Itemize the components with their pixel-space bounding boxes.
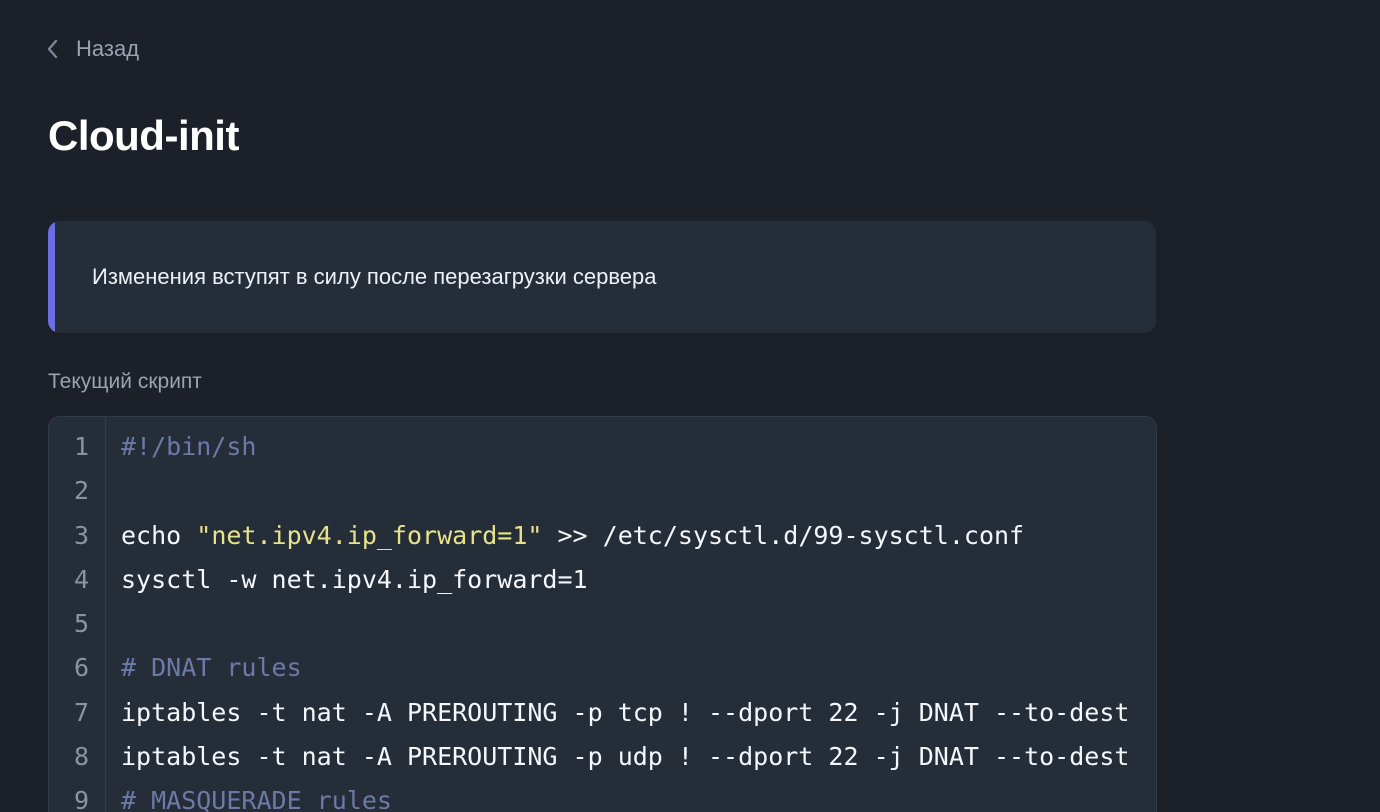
line-code: iptables -t nat -A PREROUTING -p tcp ! -… [121, 691, 1129, 735]
line-number: 8 [73, 742, 89, 772]
current-script-label: Текущий скрипт [48, 370, 202, 393]
code-line[interactable]: 6 # DNAT rules [49, 646, 1156, 690]
back-link-label: Назад [76, 36, 140, 61]
code-line[interactable]: 3 echo "net.ipv4.ip_forward=1" >> /etc/sy… [49, 514, 1156, 558]
code-text: iptables -t nat -A PREROUTING -p tcp ! -… [121, 697, 1130, 727]
cloud-init-page: Назад Cloud-init Изменения вступят в сил… [0, 0, 1380, 812]
code-text: iptables -t nat -A PREROUTING -p udp ! -… [121, 742, 1130, 772]
line-number: 5 [73, 609, 89, 639]
script-editor[interactable]: 1 #!/bin/sh 2 3 echo "net.ipv4.ip_forward=1"… [48, 416, 1157, 812]
line-number: 1 [73, 432, 89, 461]
line-number: 4 [73, 564, 89, 594]
back-link[interactable]: Назад [46, 33, 139, 65]
line-number: 3 [73, 520, 89, 550]
code-line[interactable]: 9 # MASQUERADE rules [49, 779, 1156, 812]
code-text: sysctl -w net.ipv4.ip_forward=1 [121, 564, 588, 594]
line-code: #!/bin/sh [121, 425, 256, 469]
notice-accent-bar [48, 221, 55, 333]
code-line[interactable]: 8 iptables -t nat -A PREROUTING -p udp ! … [49, 735, 1156, 779]
code-line[interactable]: 7 iptables -t nat -A PREROUTING -p tcp ! … [49, 691, 1156, 735]
line-number: 6 [73, 653, 89, 683]
code-line[interactable]: 4 sysctl -w net.ipv4.ip_forward=1 [49, 558, 1156, 602]
info-notice: Изменения вступят в силу после перезагру… [48, 221, 1156, 333]
code-comment: #!/bin/sh [121, 432, 257, 461]
code-line[interactable]: 2 [49, 469, 1156, 513]
line-code: iptables -t nat -A PREROUTING -p udp ! -… [121, 735, 1129, 779]
code-text: >> /etc/sysctl.d/99-sysctl.conf [542, 520, 1025, 550]
code-lines: 1 #!/bin/sh 2 3 echo "net.ipv4.ip_forward=1"… [49, 425, 1156, 812]
notice-text: Изменения вступят в силу после перезагру… [92, 264, 657, 289]
code-text: echo [121, 520, 197, 550]
line-number: 2 [73, 476, 89, 506]
code-string: "net.ipv4.ip_forward=1" [196, 520, 543, 550]
code-line[interactable]: 1 #!/bin/sh [49, 425, 1156, 469]
code-comment: # DNAT rules [121, 653, 302, 683]
line-code: echo "net.ipv4.ip_forward=1" >> /etc/sys… [121, 514, 1024, 558]
line-code: # MASQUERADE rules [121, 779, 392, 812]
page-title: Cloud-init [48, 112, 239, 159]
chevron-left-icon [46, 37, 60, 61]
line-number: 7 [73, 697, 89, 727]
line-code: # DNAT rules [121, 646, 302, 690]
code-comment: # MASQUERADE rules [121, 786, 392, 812]
line-number: 9 [73, 786, 89, 812]
line-code: sysctl -w net.ipv4.ip_forward=1 [121, 558, 588, 602]
code-line[interactable]: 5 [49, 602, 1156, 646]
